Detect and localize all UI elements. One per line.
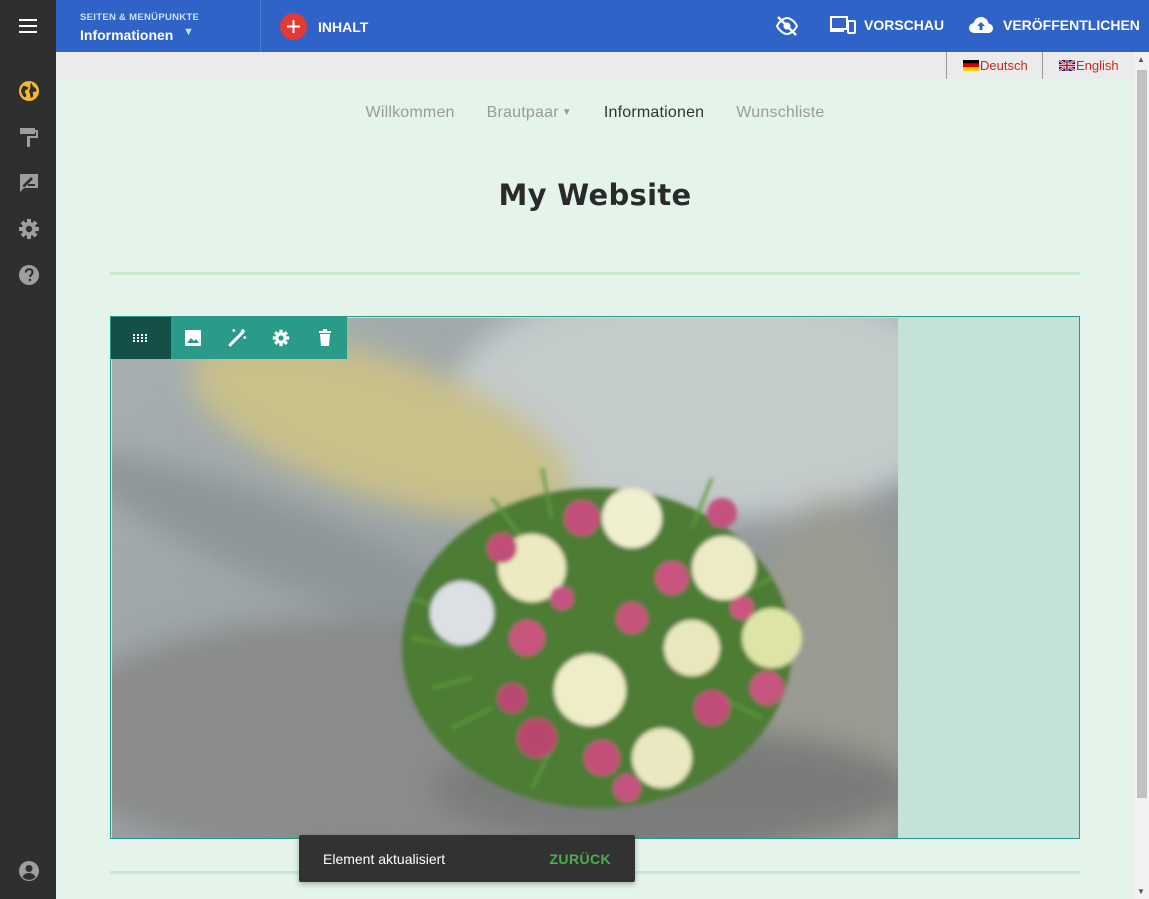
- scrollbar-thumb[interactable]: [1137, 70, 1147, 798]
- divider: [110, 272, 1080, 275]
- block-settings-button[interactable]: [259, 317, 303, 359]
- site-navigation: Willkommen Brautpaar ▼ Informationen Wuns…: [56, 104, 1134, 122]
- hide-toggle-button[interactable]: [775, 15, 799, 42]
- snackbar: Element aktualisiert ZURÜCK: [299, 835, 635, 882]
- globe-icon[interactable]: [18, 80, 40, 102]
- eye-off-icon: [775, 16, 799, 36]
- plus-icon: [287, 20, 300, 33]
- page-selector-caption: SEITEN & MENÜPUNKTE: [80, 12, 200, 23]
- hamburger-menu-button[interactable]: [0, 0, 56, 52]
- hamburger-icon: [19, 19, 37, 33]
- nav-item-brautpaar[interactable]: Brautpaar ▼: [487, 104, 572, 122]
- gear-icon: [272, 329, 290, 347]
- page-selector[interactable]: SEITEN & MENÜPUNKTE Informationen ▼: [56, 0, 261, 52]
- left-sidebar: [0, 52, 56, 899]
- chevron-down-icon: ▼: [183, 26, 194, 38]
- trash-icon: [319, 329, 331, 346]
- publish-label: VERÖFFENTLICHEN: [1003, 17, 1140, 33]
- uk-flag-icon: [1059, 60, 1075, 71]
- language-option-english[interactable]: English: [1042, 52, 1134, 79]
- image-icon: [185, 330, 201, 346]
- image-content-block[interactable]: [110, 316, 1080, 839]
- change-image-button[interactable]: [171, 317, 215, 359]
- drag-grid-icon: [133, 334, 147, 342]
- nav-item-wunschliste[interactable]: Wunschliste: [736, 104, 824, 122]
- scroll-up-arrow-icon[interactable]: ▲: [1137, 55, 1145, 64]
- block-toolbar: [111, 317, 347, 359]
- language-option-deutsch[interactable]: Deutsch: [946, 52, 1042, 79]
- image-effects-button[interactable]: [215, 317, 259, 359]
- nav-item-informationen[interactable]: Informationen: [604, 104, 704, 122]
- add-content-label[interactable]: INHALT: [318, 19, 368, 35]
- delete-block-button[interactable]: [303, 317, 347, 359]
- bouquet-image: [112, 318, 898, 838]
- undo-button[interactable]: ZURÜCK: [549, 851, 611, 867]
- language-label: English: [1076, 58, 1119, 73]
- scroll-down-arrow-icon[interactable]: ▼: [1137, 887, 1145, 896]
- german-flag-icon: [963, 60, 979, 71]
- paint-roller-icon[interactable]: [18, 126, 40, 148]
- snackbar-message: Element aktualisiert: [323, 851, 446, 867]
- top-bar: SEITEN & MENÜPUNKTE Informationen ▼ INHA…: [0, 0, 1149, 52]
- nav-item-label: Brautpaar: [486, 104, 559, 121]
- current-page-name: Informationen: [80, 27, 174, 43]
- drag-handle[interactable]: [111, 317, 171, 359]
- account-icon[interactable]: [18, 860, 40, 882]
- gear-icon[interactable]: [18, 218, 40, 240]
- language-label: Deutsch: [980, 58, 1028, 73]
- site-title[interactable]: My Website: [56, 178, 1134, 212]
- feedback-icon[interactable]: [18, 172, 40, 194]
- magic-wand-icon: [228, 329, 247, 347]
- preview-label: VORSCHAU: [864, 17, 945, 33]
- nav-item-willkommen[interactable]: Willkommen: [366, 104, 455, 122]
- devices-icon: [830, 16, 856, 34]
- add-content-button[interactable]: [280, 13, 307, 40]
- caret-down-icon: ▼: [561, 107, 572, 118]
- cloud-upload-icon: [969, 17, 993, 33]
- publish-button[interactable]: VERÖFFENTLICHEN: [968, 15, 1140, 35]
- help-icon[interactable]: [18, 264, 40, 286]
- language-bar: Deutsch English: [56, 52, 1134, 79]
- preview-button[interactable]: VORSCHAU: [830, 15, 944, 35]
